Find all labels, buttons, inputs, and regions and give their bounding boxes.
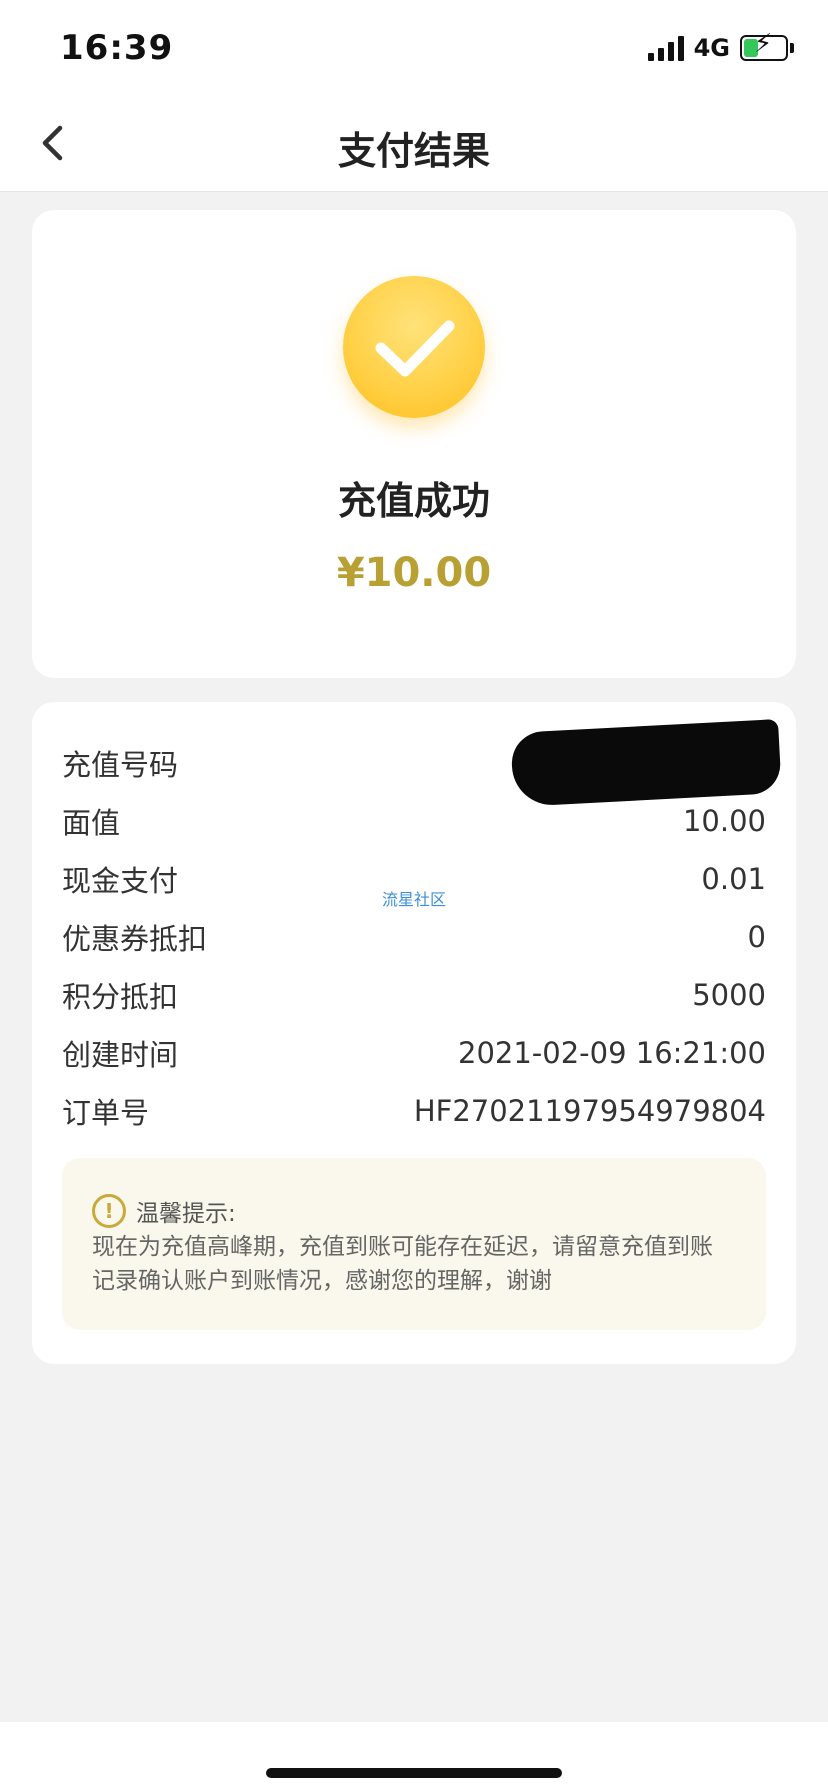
home-area [0, 1722, 828, 1792]
detail-value: 2021-02-09 16:21:00 [458, 1036, 766, 1070]
detail-value: HF27021197954979804 [413, 1094, 766, 1128]
detail-label: 充值号码 [62, 748, 179, 782]
network-type: 4G [693, 34, 730, 62]
detail-value: 5000 [692, 978, 766, 1012]
detail-row-created: 创建时间 2021-02-09 16:21:00 [62, 1028, 766, 1078]
notice-text: 现在为充值高峰期，充值到账可能存在延迟，请留意充值到账记录确认账户到账情况，感谢… [92, 1234, 713, 1294]
detail-label: 创建时间 [62, 1038, 179, 1072]
detail-label: 面值 [62, 806, 121, 840]
detail-value: 0 [747, 920, 766, 954]
detail-row-order-id: 订单号 HF27021197954979804 [62, 1086, 766, 1136]
detail-label: 现金支付 [62, 864, 179, 898]
notice-title: 温馨提示: [136, 1201, 236, 1227]
result-amount: ¥10.00 [336, 550, 492, 596]
redaction-mark [510, 719, 782, 807]
status-time: 16:39 [60, 28, 174, 68]
detail-row-phone: 充值号码 [62, 719, 782, 807]
status-bar: 16:39 4G ⚡ [0, 0, 828, 96]
battery-charging-icon: ⚡ [740, 31, 788, 61]
detail-label: 优惠券抵扣 [62, 922, 208, 956]
home-indicator[interactable] [266, 1768, 562, 1778]
detail-value: 0.01 [701, 862, 766, 896]
watermark: 流星社区 [382, 890, 447, 909]
detail-row-coupon: 优惠券抵扣 0 [62, 912, 766, 962]
result-title: 充值成功 [337, 479, 490, 523]
status-icons: 4G ⚡ [647, 31, 794, 62]
checkmark-circle-icon [343, 276, 485, 418]
detail-value: 10.00 [682, 804, 766, 838]
result-card: 充值成功 ¥10.00 [32, 210, 796, 678]
detail-row-points: 积分抵扣 5000 [62, 970, 766, 1020]
notice-box: ! 温馨提示: 现在为充值高峰期，充值到账可能存在延迟，请留意充值到账记录确认账… [62, 1158, 766, 1330]
detail-row-face-value: 面值 10.00 [62, 796, 766, 846]
signal-icon [647, 35, 684, 61]
exclamation-circle-icon: ! [92, 1194, 126, 1228]
detail-card: 充值号码 面值 10.00 现金支付 0.01 优惠券抵扣 0 积分抵扣 500… [32, 702, 796, 1364]
detail-label: 积分抵扣 [62, 980, 179, 1014]
page-title: 支付结果 [337, 129, 490, 173]
nav-bar: 支付结果 [0, 96, 828, 192]
detail-label: 订单号 [62, 1096, 150, 1130]
